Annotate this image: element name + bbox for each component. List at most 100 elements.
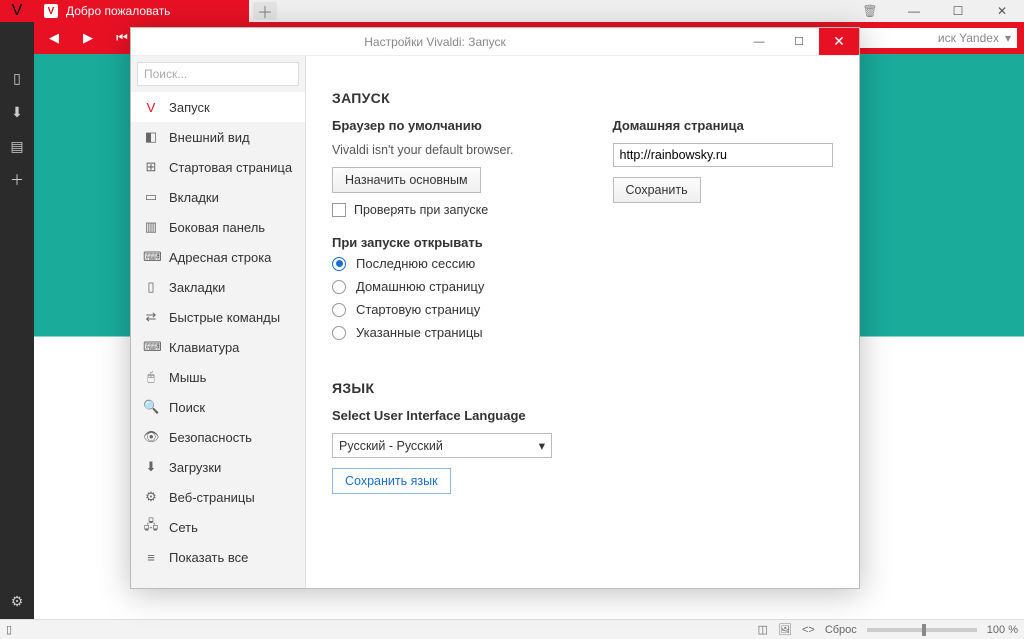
radio-label: Домашнюю страницу [356, 279, 484, 294]
sidebar-item-6[interactable]: ▯Закладки [131, 272, 305, 302]
settings-window-title: Настройки Vivaldi: Запуск [131, 35, 739, 49]
sidebar-item-12[interactable]: ⬇ Загрузки [131, 452, 305, 482]
save-homepage-button[interactable]: Сохранить [613, 177, 701, 203]
sidebar-item-14[interactable]: 🖧Сеть [131, 512, 305, 542]
settings-search-input[interactable]: Поиск... [137, 62, 299, 86]
zoom-reset[interactable]: Сброс [825, 624, 857, 636]
radio-label: Стартовую страницу [356, 302, 480, 317]
app-logo-icon: V [12, 2, 23, 20]
search-input[interactable]: иск Yandex ▾ [848, 27, 1018, 49]
sidebar-item-label: Поиск [169, 400, 205, 415]
back-button[interactable]: ◀ [40, 24, 68, 52]
sidebar-item-13[interactable]: ⚙ Веб-страницы [131, 482, 305, 512]
chevron-down-icon: ▾ [539, 438, 545, 453]
add-panel-icon[interactable]: ＋ [3, 166, 31, 194]
settings-minimize-button[interactable]: — [739, 28, 779, 55]
sidebar-item-3[interactable]: ▭Вкладки [131, 182, 305, 212]
sidebar-item-icon: ⚙ [143, 489, 159, 505]
sidebar-item-label: Мышь [169, 370, 206, 385]
sidebar-item-icon: ▥ [143, 219, 159, 235]
sidebar-item-label: Быстрые команды [169, 310, 280, 325]
sidebar-item-label: Показать все [169, 550, 248, 565]
sidebar-item-label: Веб-страницы [169, 490, 255, 505]
default-browser-message: Vivaldi isn't your default browser. [332, 143, 553, 157]
sidebar-item-label: Загрузки [169, 460, 221, 475]
sidebar-item-4[interactable]: ▥ Боковая панель [131, 212, 305, 242]
downloads-panel-icon[interactable]: ⬇ [3, 98, 31, 126]
sidebar-item-11[interactable]: 👁 Безопасность [131, 422, 305, 452]
sidebar-item-icon: V [143, 100, 159, 115]
language-select[interactable]: Русский - Русский ▾ [332, 433, 552, 458]
zoom-value: 100 % [987, 624, 1018, 636]
chevron-down-icon: ▾ [1005, 31, 1011, 45]
default-browser-label: Браузер по умолчанию [332, 118, 553, 133]
sidebar-item-5[interactable]: ⌨ Адресная строка [131, 242, 305, 272]
sidebar-item-icon: ⬇ [143, 459, 159, 475]
zoom-slider[interactable] [867, 628, 977, 632]
sidebar-item-8[interactable]: ⌨ Клавиатура [131, 332, 305, 362]
code-icon[interactable]: <> [802, 624, 815, 636]
check-on-start-label: Проверять при запуске [354, 203, 488, 217]
search-placeholder-text: Поиск... [144, 67, 187, 81]
sidebar-item-label: Безопасность [169, 430, 252, 445]
sidebar-item-icon: ⊞ [143, 159, 159, 175]
radio-label: Указанные страницы [356, 325, 483, 340]
check-on-start-checkbox[interactable]: Проверять при запуске [332, 203, 553, 217]
sidebar-item-15[interactable]: ≡Показать все [131, 542, 305, 572]
close-button[interactable]: ✕ [980, 0, 1024, 22]
maximize-button[interactable]: ☐ [936, 0, 980, 22]
image-toggle-icon[interactable]: 🖼 [778, 623, 792, 636]
sidebar-item-icon: ▯ [143, 279, 159, 295]
settings-titlebar: Настройки Vivaldi: Запуск — ☐ ✕ [131, 28, 859, 56]
sidebar-item-icon: ⇄ [143, 309, 159, 325]
checkbox-icon [332, 203, 346, 217]
sidebar-item-label: Запуск [169, 100, 210, 115]
sidebar-item-10[interactable]: 🔍Поиск [131, 392, 305, 422]
startup-radio-0[interactable]: Последнюю сессию [332, 256, 833, 271]
sidebar-item-icon: 👁 [143, 429, 159, 445]
section-startup-heading: ЗАПУСК [332, 90, 833, 106]
save-language-button[interactable]: Сохранить язык [332, 468, 451, 494]
sidebar-item-icon: ⌨ [143, 339, 159, 355]
panel-toggle-icon[interactable]: ▯ [6, 623, 12, 636]
settings-gear-icon[interactable]: ⚙ [3, 587, 31, 615]
startup-radio-group: Последнюю сессию Домашнюю страницу Стартов… [332, 256, 833, 340]
side-panel: ▯ ⬇ ▤ ＋ ⚙ [0, 22, 34, 619]
sidebar-item-1[interactable]: ◧Внешний вид [131, 122, 305, 152]
notes-panel-icon[interactable]: ▤ [3, 132, 31, 160]
settings-sidebar: Поиск... V Запуск ◧Внешний вид⊞Стартовая с… [131, 56, 306, 588]
minimize-button[interactable]: — [892, 0, 936, 22]
startup-radio-1[interactable]: Домашнюю страницу [332, 279, 833, 294]
forward-button[interactable]: ▶ [74, 24, 102, 52]
sidebar-item-label: Адресная строка [169, 250, 271, 265]
settings-close-button[interactable]: ✕ [819, 28, 859, 55]
sidebar-item-icon: ◧ [143, 129, 159, 145]
settings-maximize-button[interactable]: ☐ [779, 28, 819, 55]
sidebar-item-label: Вкладки [169, 190, 219, 205]
startup-radio-3[interactable]: Указанные страницы [332, 325, 833, 340]
startup-radio-2[interactable]: Стартовую страницу [332, 302, 833, 317]
sidebar-item-label: Клавиатура [169, 340, 239, 355]
sidebar-item-icon: ⌨ [143, 249, 159, 265]
trash-icon[interactable]: 🗑 [848, 0, 892, 22]
tab-favicon-icon: V [44, 4, 58, 18]
section-lang-heading: ЯЗЫК [332, 380, 833, 396]
radio-icon [332, 303, 346, 317]
browser-tab[interactable]: V Добро пожаловать [34, 0, 249, 22]
sidebar-item-label: Боковая панель [169, 220, 265, 235]
set-default-button[interactable]: Назначить основным [332, 167, 481, 193]
new-tab-button[interactable]: ＋ [253, 2, 277, 20]
homepage-label: Домашняя страница [613, 118, 834, 133]
sidebar-item-2[interactable]: ⊞Стартовая страница [131, 152, 305, 182]
settings-dialog: Настройки Vivaldi: Запуск — ☐ ✕ Поиск...… [130, 27, 860, 589]
bookmarks-panel-icon[interactable]: ▯ [3, 64, 31, 92]
sidebar-item-0[interactable]: V Запуск [131, 92, 305, 122]
homepage-input[interactable] [613, 143, 833, 167]
lang-select-label: Select User Interface Language [332, 408, 833, 423]
tile-icon[interactable]: ◫ [758, 623, 768, 636]
sidebar-item-9[interactable]: 🖰Мышь [131, 362, 305, 392]
sidebar-item-7[interactable]: ⇄ Быстрые команды [131, 302, 305, 332]
tab-title: Добро пожаловать [66, 4, 170, 18]
language-value: Русский - Русский [339, 439, 443, 453]
statusbar: ▯ ◫ 🖼 <> Сброс 100 % [0, 619, 1024, 639]
